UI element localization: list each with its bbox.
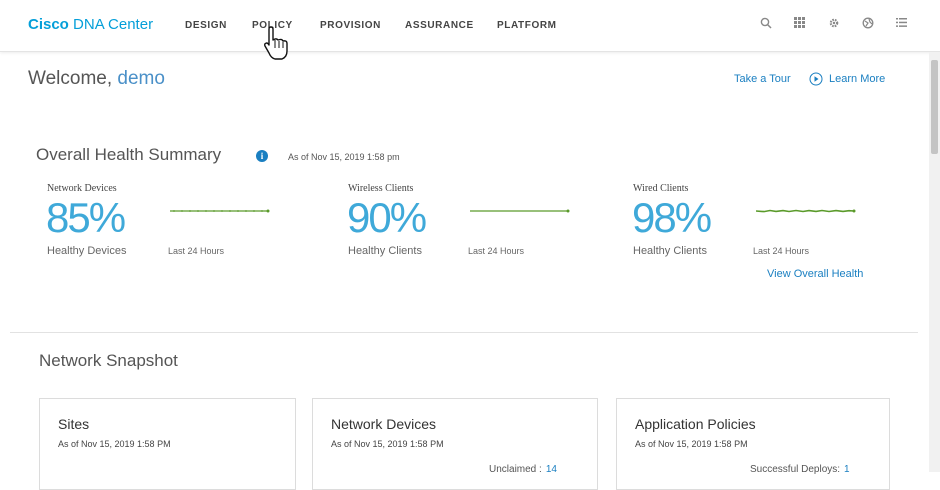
metric-label-wireless-clients: Wireless Clients bbox=[348, 183, 414, 194]
health-as-of: As of Nov 15, 2019 1:58 pm bbox=[288, 152, 400, 162]
scrollbar-thumb[interactable] bbox=[931, 60, 938, 154]
card-title: Network Devices bbox=[331, 416, 437, 432]
nav-design[interactable]: DESIGN bbox=[185, 20, 227, 31]
welcome-username[interactable]: demo bbox=[117, 68, 165, 89]
metric-period-wireless-clients: Last 24 Hours bbox=[468, 246, 525, 256]
brand-logo[interactable]: Cisco DNA Center bbox=[28, 16, 153, 33]
health-summary-title: Overall Health Summary bbox=[36, 145, 222, 164]
unclaimed-label: Unclaimed : bbox=[489, 464, 542, 475]
snapshot-card-application-policies[interactable]: Application Policies As of Nov 15, 2019 … bbox=[616, 398, 890, 490]
snapshot-card-network-devices[interactable]: Network Devices As of Nov 15, 2019 1:58 … bbox=[312, 398, 598, 490]
metric-sub-wireless-clients: Healthy Clients bbox=[348, 245, 422, 257]
take-tour-link[interactable]: Take a Tour bbox=[734, 73, 791, 85]
view-overall-health-link[interactable]: View Overall Health bbox=[767, 268, 863, 280]
metric-label-network-devices: Network Devices bbox=[47, 183, 117, 194]
play-circle-icon[interactable] bbox=[809, 72, 823, 86]
welcome-prefix: Welcome, bbox=[28, 68, 113, 89]
metric-sub-network-devices: Healthy Devices bbox=[47, 245, 127, 257]
nav-provision[interactable]: PROVISION bbox=[320, 20, 381, 31]
nav-assurance[interactable]: ASSURANCE bbox=[405, 20, 474, 31]
card-as-of: As of Nov 15, 2019 1:58 PM bbox=[331, 439, 444, 449]
successful-deploys-count[interactable]: 1 bbox=[844, 464, 850, 475]
sparkline-wired-clients[interactable] bbox=[756, 207, 856, 215]
gear-icon[interactable] bbox=[828, 17, 842, 31]
hand-cursor-icon bbox=[264, 26, 288, 60]
card-title: Sites bbox=[58, 416, 90, 432]
card-stat: Unclaimed : 14 bbox=[489, 464, 557, 475]
apps-grid-icon[interactable] bbox=[794, 17, 808, 31]
brand-product: DNA Center bbox=[73, 16, 154, 33]
search-icon[interactable] bbox=[760, 17, 774, 31]
snapshot-card-sites[interactable]: Sites As of Nov 15, 2019 1:58 PM bbox=[39, 398, 296, 490]
card-as-of: As of Nov 15, 2019 1:58 PM bbox=[58, 439, 171, 449]
unclaimed-count[interactable]: 14 bbox=[546, 464, 557, 475]
card-stat: Successful Deploys: 1 bbox=[750, 464, 850, 475]
welcome-heading: Welcome, demo bbox=[28, 68, 165, 90]
network-snapshot-title: Network Snapshot bbox=[39, 351, 178, 370]
metric-percent-wired-clients[interactable]: 98% bbox=[632, 197, 712, 239]
metric-period-network-devices: Last 24 Hours bbox=[168, 246, 225, 256]
brand-cisco: Cisco bbox=[28, 16, 69, 33]
card-title: Application Policies bbox=[635, 416, 756, 432]
metric-percent-network-devices[interactable]: 85% bbox=[46, 197, 126, 239]
metric-sub-wired-clients: Healthy Clients bbox=[633, 245, 707, 257]
sparkline-wireless-clients[interactable] bbox=[470, 207, 570, 215]
top-nav-bar: Cisco DNA Center DESIGN POLICY PROVISION… bbox=[0, 0, 940, 52]
metric-label-wired-clients: Wired Clients bbox=[633, 183, 689, 194]
metric-period-wired-clients: Last 24 Hours bbox=[753, 246, 810, 256]
info-icon[interactable]: i bbox=[256, 150, 268, 162]
metric-percent-wireless-clients[interactable]: 90% bbox=[347, 197, 427, 239]
menu-list-icon[interactable] bbox=[896, 17, 910, 31]
globe-icon[interactable] bbox=[862, 17, 876, 31]
learn-more-link[interactable]: Learn More bbox=[829, 73, 885, 85]
successful-deploys-label: Successful Deploys: bbox=[750, 464, 841, 475]
sparkline-network-devices[interactable] bbox=[170, 207, 270, 215]
card-as-of: As of Nov 15, 2019 1:58 PM bbox=[635, 439, 748, 449]
nav-platform[interactable]: PLATFORM bbox=[497, 20, 557, 31]
section-divider bbox=[10, 332, 918, 333]
